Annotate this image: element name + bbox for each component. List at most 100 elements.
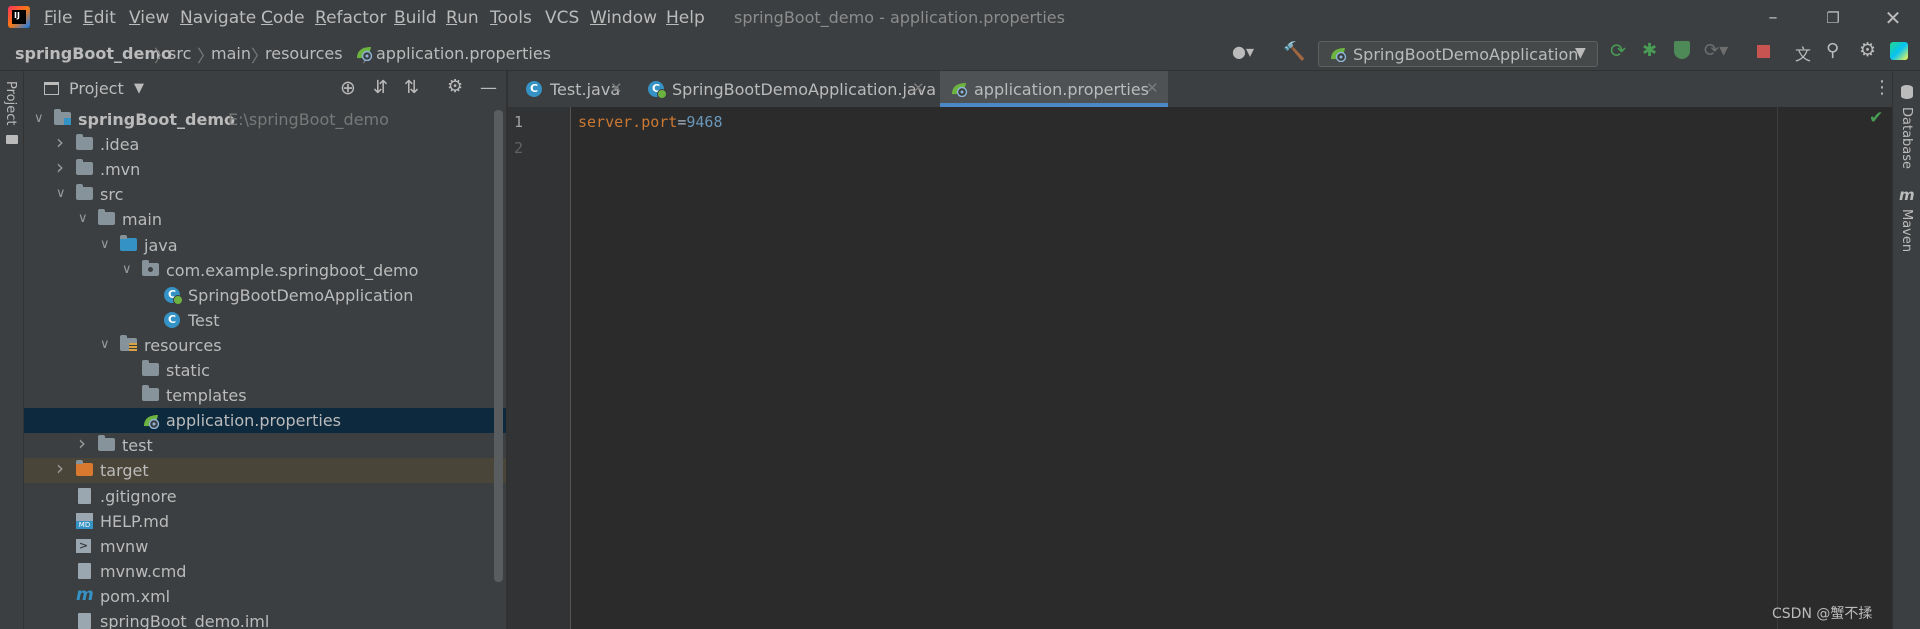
tree-node[interactable]: m pom.xml — [24, 584, 506, 609]
breadcrumb-item[interactable]: resources — [265, 44, 343, 63]
tree-node[interactable]: ∨ com.example.springboot_demo — [24, 258, 506, 283]
menu-window[interactable]: Window — [590, 8, 657, 28]
menu-mnemonic: N — [180, 8, 193, 28]
settings-gear-icon[interactable]: ⚙ — [447, 76, 463, 97]
tree-node[interactable]: ∨ springBoot_demo E:\springBoot_demo — [24, 107, 506, 132]
tree-node[interactable]: > mvnw — [24, 534, 506, 559]
folder-icon — [76, 184, 93, 200]
tree-node[interactable]: › .mvn — [24, 155, 506, 182]
chevron-right-icon[interactable]: › — [56, 456, 64, 480]
tree-node[interactable]: templates — [24, 383, 506, 408]
settings-gear-icon[interactable]: ⚙ — [1859, 39, 1876, 61]
profiler-icon[interactable]: ⟳▾ — [1704, 40, 1728, 61]
stop-icon[interactable] — [1757, 45, 1770, 58]
search-icon[interactable]: ⚲ — [1826, 40, 1839, 61]
tree-node[interactable]: ∨ java — [24, 233, 506, 258]
tree-node[interactable]: mvnw.cmd — [24, 559, 506, 584]
folder-icon — [142, 360, 159, 376]
chevron-down-icon[interactable]: ▼ — [134, 81, 144, 96]
breadcrumb-item[interactable]: src — [168, 44, 191, 63]
code-editor[interactable]: server.port=9468 ✔ — [571, 107, 1892, 629]
coverage-icon[interactable] — [1674, 41, 1690, 59]
more-options-icon[interactable]: ⋮ — [1873, 77, 1891, 98]
restore-icon[interactable]: ❐ — [1818, 6, 1848, 30]
menu-tools[interactable]: Tools — [490, 8, 532, 28]
close-tab-icon[interactable]: ✕ — [1146, 79, 1159, 97]
close-tab-icon[interactable]: ✕ — [912, 79, 925, 97]
breadcrumb-item[interactable]: springBoot_demo — [15, 44, 172, 63]
tree-node[interactable]: › target — [24, 456, 506, 483]
chevron-right-icon[interactable]: › — [56, 130, 64, 154]
chevron-down-icon[interactable]: ∨ — [34, 111, 44, 126]
chevron-down-icon[interactable]: ∨ — [122, 262, 132, 277]
tree-node[interactable]: static — [24, 358, 506, 383]
menu-run[interactable]: Run — [446, 8, 479, 28]
tree-node[interactable]: MD HELP.md — [24, 509, 506, 534]
tree-node[interactable]: ∨ src — [24, 182, 506, 207]
tree-node[interactable]: ∨ resources — [24, 333, 506, 358]
tree-node[interactable]: › test — [24, 431, 506, 458]
collapse-all-icon[interactable]: ⇅ — [404, 77, 419, 98]
chevron-right-icon[interactable]: › — [56, 155, 64, 179]
run-configuration-select[interactable]: SpringBootDemoApplication ▼ — [1318, 41, 1598, 67]
chevron-down-icon[interactable]: ∨ — [78, 211, 88, 226]
tree-node[interactable]: › .idea — [24, 130, 506, 157]
database-tool-window-button[interactable]: Database — [1899, 107, 1914, 169]
menu-help[interactable]: Help — [666, 8, 705, 28]
hide-panel-icon[interactable]: — — [480, 78, 497, 98]
menu-code[interactable]: Code — [261, 8, 305, 28]
menu-mnemonic: C — [261, 8, 273, 28]
rerun-icon[interactable]: ⟳ — [1610, 40, 1626, 62]
tree-node[interactable]: application.properties — [24, 408, 506, 433]
excluded-folder-icon — [76, 460, 93, 476]
locate-file-icon[interactable]: ⊕ — [340, 77, 356, 99]
menu-vcs[interactable]: VCS — [545, 8, 579, 28]
minimize-icon[interactable]: – — [1758, 6, 1788, 30]
menu-label-rest: uild — [405, 8, 437, 28]
breadcrumb-item[interactable]: main — [211, 44, 251, 63]
menu-view[interactable]: View — [129, 8, 169, 28]
expand-all-icon[interactable]: ⇵ — [373, 77, 388, 98]
file-icon — [78, 613, 91, 629]
debug-bug-icon[interactable]: ✱ — [1642, 40, 1657, 61]
package-dot-icon — [148, 267, 153, 272]
tree-node[interactable]: C SpringBootDemoApplication — [24, 283, 506, 308]
tree-node-label: java — [144, 236, 178, 255]
project-tree-scrollbar[interactable] — [494, 110, 503, 582]
toolbox-icon[interactable] — [1890, 42, 1908, 60]
maven-icon: m — [1899, 186, 1915, 204]
menu-mnemonic: R — [446, 8, 458, 28]
chevron-down-icon[interactable]: ∨ — [100, 237, 110, 252]
user-icon[interactable]: ●▾ — [1232, 42, 1254, 61]
chevron-right-icon[interactable]: › — [78, 431, 86, 455]
tree-node[interactable]: C Test — [24, 308, 506, 333]
project-panel-title[interactable]: Project — [69, 79, 124, 98]
tab-springbootdemoapplication-java[interactable]: C SpringBootDemoApplication.java ✕ — [638, 71, 936, 107]
menu-navigate[interactable]: Navigate — [180, 8, 256, 28]
line-number: 2 — [514, 139, 524, 157]
maven-tool-window-button[interactable]: Maven — [1899, 209, 1914, 252]
tab-application-properties[interactable]: application.properties ✕ — [940, 71, 1168, 107]
chevron-down-icon[interactable]: ∨ — [100, 337, 110, 352]
close-tab-icon[interactable]: ✕ — [610, 79, 623, 97]
inspection-ok-check-icon[interactable]: ✔ — [1869, 108, 1883, 128]
project-tool-window-button[interactable]: Project — [3, 81, 18, 125]
chevron-down-icon[interactable]: ∨ — [56, 186, 66, 201]
menu-label-rest: ode — [272, 8, 305, 28]
tree-node[interactable]: springBoot_demo.iml — [24, 609, 506, 629]
tree-node[interactable]: .gitignore — [24, 484, 506, 509]
translate-icon[interactable]: 文 — [1795, 41, 1811, 65]
tree-node[interactable]: ∨ main — [24, 207, 506, 232]
menu-refactor[interactable]: Refactor — [315, 8, 386, 28]
tab-test-java[interactable]: C Test.java ✕ — [516, 71, 632, 107]
menu-file[interactable]: File — [44, 8, 72, 28]
project-panel-header: Project ▼ ⊕ ⇵ ⇅ ⚙ — — [24, 71, 506, 108]
maven-icon: m — [76, 585, 94, 605]
menu-edit[interactable]: Edit — [83, 8, 116, 28]
code-line[interactable]: server.port=9468 — [578, 113, 723, 131]
intellij-logo-icon[interactable]: IJ — [8, 6, 30, 28]
breadcrumb-item[interactable]: application.properties — [376, 44, 551, 63]
build-hammer-icon[interactable]: 🔨 — [1283, 41, 1305, 62]
close-icon[interactable]: ✕ — [1878, 6, 1908, 30]
menu-build[interactable]: Build — [394, 8, 437, 28]
